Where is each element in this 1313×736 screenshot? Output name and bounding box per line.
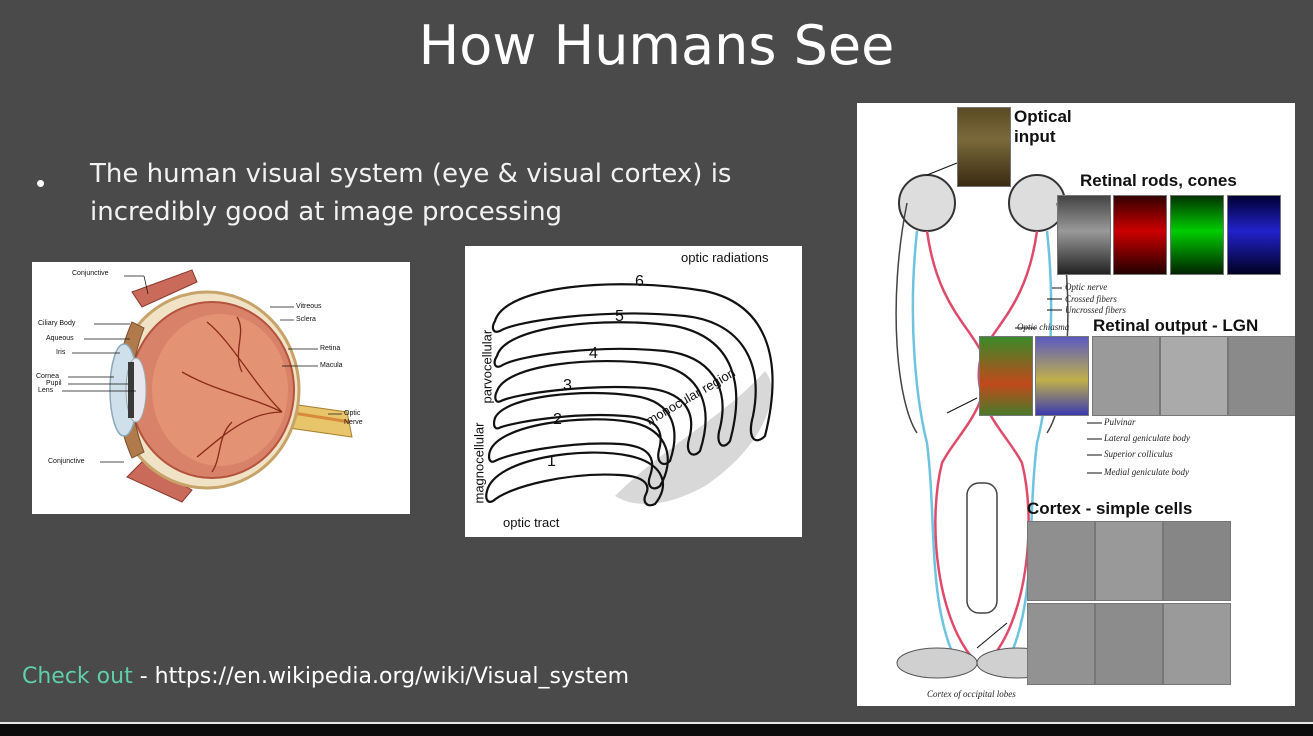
- label-lens: Lens: [38, 387, 54, 394]
- lgn-gray-thumbnail-1: [1092, 336, 1160, 416]
- label-lateral-geniculate: Lateral geniculate body: [1104, 433, 1190, 443]
- cortex-thumbnail-3: [1163, 521, 1231, 601]
- label-retinal-rods-cones: Retinal rods, cones: [1080, 171, 1237, 190]
- footer-reference: Check out - https://en.wikipedia.org/wik…: [22, 664, 629, 689]
- label-optic-tract: optic tract: [503, 515, 560, 530]
- cortex-thumbnail-6: [1163, 603, 1231, 685]
- lgn-layers-image: optic radiations parvocellular magnocell…: [465, 246, 802, 537]
- layer-number: 6: [635, 273, 644, 290]
- lgn-gray-thumbnail-3: [1228, 336, 1295, 416]
- cones-green-thumbnail: [1170, 195, 1224, 275]
- lgn-gray-thumbnail-2: [1160, 336, 1228, 416]
- label-cornea: Cornea: [36, 373, 59, 380]
- bullet-marker: •: [36, 168, 46, 198]
- label-cortex-simple-cells: Cortex - simple cells: [1027, 499, 1193, 518]
- footer-dash: -: [132, 664, 155, 689]
- label-medial-geniculate: Medial geniculate body: [1104, 467, 1189, 477]
- lgn-layers-drawing: [485, 283, 774, 507]
- lgn-color-thumbnail-2: [1035, 336, 1089, 416]
- label-sclera: Sclera: [296, 316, 316, 323]
- lgn-color-thumbnail-1: [979, 336, 1033, 416]
- label-iris: Iris: [56, 349, 66, 356]
- label-optical: Optical: [1014, 107, 1072, 126]
- eye-anatomy-image: Conjunctive Ciliary Body Aqueous Iris Co…: [32, 262, 410, 514]
- label-ciliary-body: Ciliary Body: [38, 320, 76, 327]
- rods-gray-thumbnail: [1057, 195, 1111, 275]
- label-aqueous: Aqueous: [46, 335, 74, 342]
- label-vitreous: Vitreous: [296, 303, 322, 310]
- label-optic-radiations: optic radiations: [681, 250, 769, 265]
- label-cortex-occipital: Cortex of occipital lobes: [927, 689, 1016, 699]
- layer-number: 5: [615, 308, 624, 325]
- label-retina: Retina: [320, 345, 341, 352]
- label-conjunctive-top: Conjunctive: [72, 270, 109, 277]
- wikipedia-link[interactable]: https://en.wikipedia.org/wiki/Visual_sys…: [155, 664, 629, 689]
- label-magnocellular: magnocellular: [471, 422, 487, 504]
- visual-pathway-image: Optical input Retinal rods, cones Retina…: [857, 103, 1295, 706]
- label-retinal-output-lgn: Retinal output - LGN: [1093, 316, 1259, 335]
- label-crossed-fibers: Crossed fibers: [1065, 294, 1117, 304]
- check-out-label: Check out: [22, 664, 133, 689]
- layer-number: 4: [589, 345, 598, 362]
- bullet-text: The human visual system (eye & visual co…: [90, 155, 770, 231]
- bullet-line-2: incredibly good at image processing: [90, 197, 563, 227]
- label-parvocellular: parvocellular: [479, 329, 495, 404]
- cones-blue-thumbnail: [1227, 195, 1281, 275]
- label-uncrossed-fibers: Uncrossed fibers: [1065, 305, 1126, 315]
- bullet-line-1: The human visual system (eye & visual co…: [90, 159, 732, 189]
- optical-input-thumbnail: [957, 107, 1011, 187]
- label-optic-nerve: Optic nerve: [1065, 282, 1108, 292]
- label-optic: Optic: [344, 410, 361, 417]
- label-macula: Macula: [320, 362, 343, 369]
- label-input: input: [1014, 127, 1056, 146]
- eye-anatomy-drawing: [62, 269, 353, 503]
- window-bottom-bar: [0, 722, 1313, 736]
- slide-title: How Humans See: [418, 14, 895, 77]
- cortex-thumbnail-1: [1027, 521, 1095, 601]
- layer-number: 3: [563, 377, 572, 394]
- slide: How Humans See • The human visual system…: [0, 0, 1313, 722]
- cortex-thumbnail-5: [1095, 603, 1163, 685]
- cones-red-thumbnail: [1113, 195, 1167, 275]
- layer-number: 1: [547, 453, 556, 470]
- cortex-thumbnail-4: [1027, 603, 1095, 685]
- label-pupil: Pupil: [46, 380, 62, 387]
- label-pulvinar: Pulvinar: [1104, 417, 1136, 427]
- cortex-thumbnail-2: [1095, 521, 1163, 601]
- label-optic-chiasma: Optic chiasma: [1017, 322, 1070, 332]
- label-conjunctive-bottom: Conjunctive: [48, 458, 85, 465]
- layer-number: 2: [553, 411, 562, 428]
- label-nerve: Nerve: [344, 419, 363, 426]
- label-superior-colliculus: Superior colliculus: [1104, 449, 1173, 459]
